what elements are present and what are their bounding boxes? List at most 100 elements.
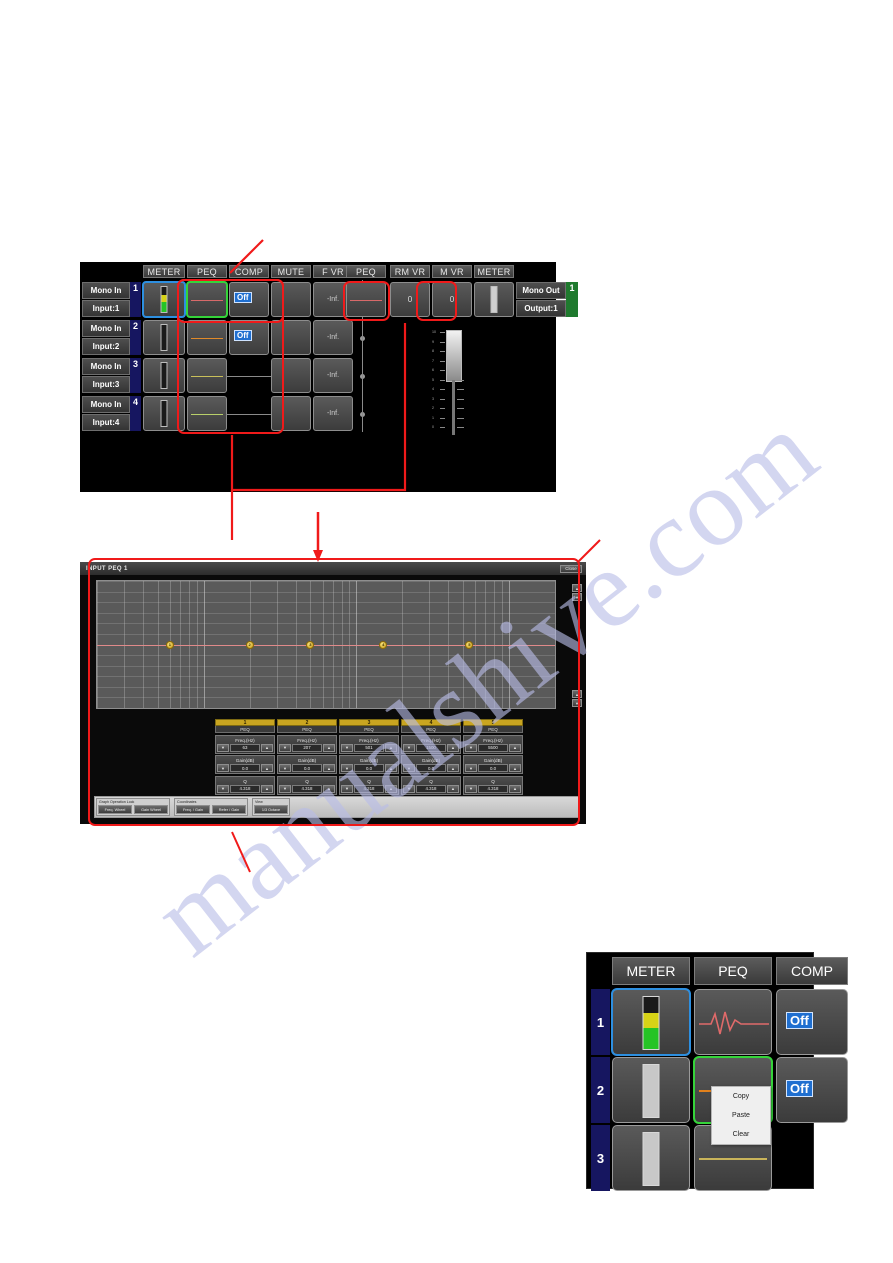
peq-cell-1[interactable] [186, 281, 228, 318]
band-gain-value-1[interactable]: 0.0 [230, 764, 260, 772]
band-freq-value-2[interactable]: 207 [292, 743, 322, 752]
footer-button-freq-gain[interactable]: Freq. / Gain [176, 805, 210, 814]
fader-value-cell-2[interactable]: -Inf. [313, 320, 353, 355]
band-handle-5[interactable]: 5 [465, 640, 474, 649]
mute-cell-2[interactable] [271, 320, 311, 355]
band-q-up-2[interactable]: ▲ [323, 784, 335, 793]
peq-cell-2[interactable] [187, 320, 227, 355]
zoom-comp-cell-1[interactable]: Off [776, 989, 848, 1055]
band-freq-value-4[interactable]: 1500 [416, 743, 446, 752]
band-q-down-2[interactable]: ▼ [279, 784, 291, 793]
band-q-down-3[interactable]: ▼ [341, 784, 353, 793]
band-gain-down-1[interactable]: ▼ [217, 764, 229, 772]
band-q-up-5[interactable]: ▲ [509, 784, 521, 793]
band-q-down-5[interactable]: ▼ [465, 784, 477, 793]
band-q-value-1[interactable]: 4.318 [230, 784, 260, 793]
comp-off-badge-2[interactable]: Off [234, 330, 252, 341]
band-handle-2[interactable]: 2 [245, 640, 254, 649]
band-filter-type-5[interactable]: PEQ [463, 726, 523, 733]
peq-cell-3[interactable] [187, 358, 227, 393]
band-freq-down-2[interactable]: ▼ [279, 743, 291, 752]
band-freq-up-2[interactable]: ▲ [323, 743, 335, 752]
freq-scale-down-button[interactable]: ▼ [572, 699, 582, 707]
band-gain-value-3[interactable]: 0.0 [354, 764, 384, 772]
zoom-meter-cell-3[interactable] [612, 1125, 690, 1191]
band-gain-value-2[interactable]: 0.0 [292, 764, 322, 772]
gain-scale-up-button[interactable]: ▲ [572, 584, 582, 592]
band-gain-up-2[interactable]: ▲ [323, 764, 335, 772]
band-freq-value-3[interactable]: 501 [354, 743, 384, 752]
band-gain-down-4[interactable]: ▼ [403, 764, 415, 772]
mute-cell-4[interactable] [271, 396, 311, 431]
band-handle-1[interactable]: 1 [165, 640, 174, 649]
meter-cell-3[interactable] [143, 358, 185, 393]
zoom-comp-off-badge-1[interactable]: Off [786, 1012, 813, 1029]
band-freq-up-5[interactable]: ▲ [509, 743, 521, 752]
meter-cell-4[interactable] [143, 396, 185, 431]
fader-value-cell-3[interactable]: -Inf. [313, 358, 353, 393]
band-gain-down-5[interactable]: ▼ [465, 764, 477, 772]
band-q-up-3[interactable]: ▲ [385, 784, 397, 793]
peq-response-graph[interactable]: 1815129630-3-6-9-12-15-18123452050100200… [96, 580, 556, 709]
band-gain-value-5[interactable]: 0.0 [478, 764, 508, 772]
band-gain-up-3[interactable]: ▲ [385, 764, 397, 772]
band-q-up-4[interactable]: ▲ [447, 784, 459, 793]
mute-cell-3[interactable] [271, 358, 311, 393]
band-filter-type-2[interactable]: PEQ [277, 726, 337, 733]
band-filter-type-1[interactable]: PEQ [215, 726, 275, 733]
band-freq-down-3[interactable]: ▼ [341, 743, 353, 752]
band-freq-down-4[interactable]: ▼ [403, 743, 415, 752]
band-q-value-3[interactable]: 4.318 [354, 784, 384, 793]
context-menu-item-paste[interactable]: Paste [712, 1106, 770, 1125]
master-m-vr-cell[interactable]: 0 [432, 282, 472, 317]
footer-button-freq-wheel[interactable]: Freq. Wheel [98, 805, 132, 814]
meter-cell-2[interactable] [143, 320, 185, 355]
comp-cell-1[interactable]: Off [229, 282, 269, 317]
context-menu-item-copy[interactable]: Copy [712, 1087, 770, 1106]
zoom-comp-off-badge-2[interactable]: Off [786, 1080, 813, 1097]
master-rm-vr-cell[interactable]: 0 [390, 282, 430, 317]
band-freq-value-5[interactable]: 5500 [478, 743, 508, 752]
band-freq-up-1[interactable]: ▲ [261, 743, 273, 752]
master-peq-cell[interactable] [346, 282, 386, 317]
peq-cell-4[interactable] [187, 396, 227, 431]
band-q-value-2[interactable]: 4.318 [292, 784, 322, 793]
band-q-value-5[interactable]: 4.318 [478, 784, 508, 793]
zoom-peq-cell-1[interactable] [694, 989, 772, 1055]
band-q-down-4[interactable]: ▼ [403, 784, 415, 793]
master-fader[interactable]: 10 9 8 7 6 5 4 3 2 1 0 [432, 330, 466, 435]
band-gain-value-4[interactable]: 0.0 [416, 764, 446, 772]
zoom-comp-cell-2[interactable]: Off [776, 1057, 848, 1123]
band-gain-down-2[interactable]: ▼ [279, 764, 291, 772]
band-q-up-1[interactable]: ▲ [261, 784, 273, 793]
comp-cell-2[interactable]: Off [229, 320, 269, 355]
band-gain-up-4[interactable]: ▲ [447, 764, 459, 772]
band-q-down-1[interactable]: ▼ [217, 784, 229, 793]
band-freq-up-4[interactable]: ▲ [447, 743, 459, 752]
band-freq-up-3[interactable]: ▲ [385, 743, 397, 752]
band-freq-value-1[interactable]: 63 [230, 743, 260, 752]
band-gain-up-1[interactable]: ▲ [261, 764, 273, 772]
gain-scale-down-button[interactable]: ▼ [572, 593, 582, 601]
context-menu-item-clear[interactable]: Clear [712, 1125, 770, 1144]
band-filter-type-3[interactable]: PEQ [339, 726, 399, 733]
context-menu[interactable]: Copy Paste Clear [711, 1086, 771, 1145]
master-meter-cell[interactable] [474, 282, 514, 317]
band-freq-down-5[interactable]: ▼ [465, 743, 477, 752]
meter-cell-1[interactable] [142, 281, 186, 318]
footer-button-gain-wheel[interactable]: Gain Wheel [134, 805, 168, 814]
peq-close-button[interactable]: Close [560, 564, 582, 573]
band-freq-down-1[interactable]: ▼ [217, 743, 229, 752]
band-filter-type-4[interactable]: PEQ [401, 726, 461, 733]
mute-cell-1[interactable] [271, 282, 311, 317]
zoom-meter-cell-2[interactable] [612, 1057, 690, 1123]
footer-button-1-3-octave[interactable]: 1/3 Octave [254, 805, 288, 814]
freq-scale-up-button[interactable]: ▲ [572, 690, 582, 698]
band-gain-down-3[interactable]: ▼ [341, 764, 353, 772]
zoom-meter-cell-1[interactable] [611, 988, 691, 1056]
comp-off-badge-1[interactable]: Off [234, 292, 252, 303]
band-q-value-4[interactable]: 4.318 [416, 784, 446, 793]
band-gain-up-5[interactable]: ▲ [509, 764, 521, 772]
band-handle-4[interactable]: 4 [379, 640, 388, 649]
fader-value-cell-4[interactable]: -Inf. [313, 396, 353, 431]
